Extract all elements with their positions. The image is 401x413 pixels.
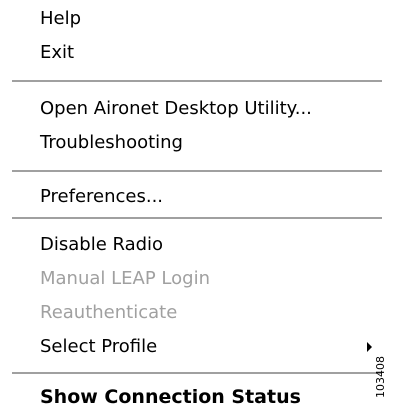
figure-id-watermark: 103408 [374, 356, 387, 398]
submenu-arrow-icon [367, 342, 372, 352]
menu-item-disable-radio[interactable]: Disable Radio [40, 233, 163, 257]
menu-item-preferences[interactable]: Preferences... [40, 185, 163, 209]
menu-item-select-profile[interactable]: Select Profile [40, 335, 157, 359]
menu-item-manual-leap-login: Manual LEAP Login [40, 268, 210, 289]
menu-separator [12, 372, 382, 375]
menu-item-open-aironet-desktop-utility[interactable]: Open Aironet Desktop Utility... [40, 97, 312, 121]
menu-separator [12, 217, 382, 220]
menu-item-troubleshooting[interactable]: Troubleshooting [40, 131, 183, 155]
context-menu: Help Exit Open Aironet Desktop Utility..… [0, 0, 401, 413]
menu-item-show-connection-status[interactable]: Show Connection Status [40, 385, 301, 409]
menu-item-exit[interactable]: Exit [40, 41, 74, 65]
menu-separator [12, 170, 382, 173]
menu-item-reauthenticate: Reauthenticate [40, 302, 178, 323]
menu-item-help[interactable]: Help [40, 7, 81, 31]
menu-separator [12, 80, 382, 83]
